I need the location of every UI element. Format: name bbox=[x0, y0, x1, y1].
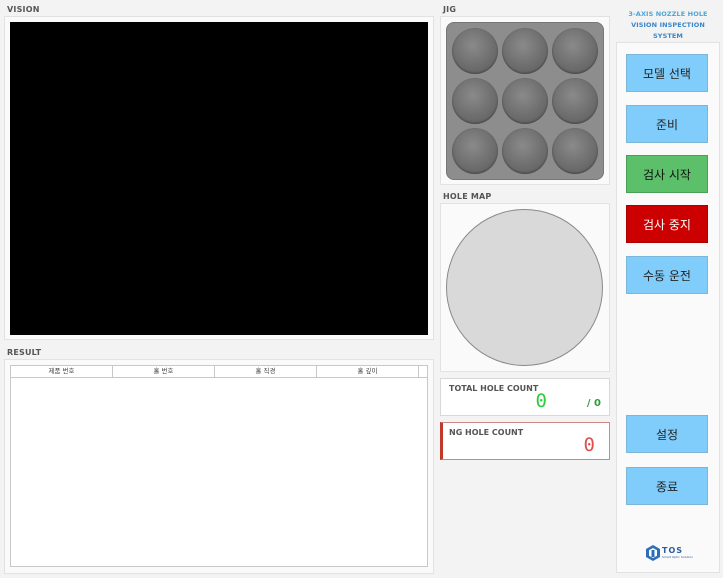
jig-hole bbox=[551, 127, 598, 174]
app-title-line2: VISION INSPECTION SYSTEM bbox=[631, 21, 705, 40]
app-title-line1: 3-AXIS NOZZLE HOLE bbox=[628, 10, 708, 18]
total-hole-count-label: TOTAL HOLE COUNT bbox=[449, 384, 539, 393]
camera-view bbox=[10, 22, 428, 335]
jig-hole bbox=[452, 127, 499, 174]
select-model-button[interactable]: 모델 선택 bbox=[626, 54, 708, 92]
stop-inspection-button[interactable]: 검사 중지 bbox=[626, 205, 708, 243]
vision-label: VISION bbox=[7, 5, 40, 14]
column-header-hole-depth[interactable]: 홀 깊이 bbox=[317, 366, 419, 377]
hole-map-panel bbox=[440, 203, 610, 372]
jig-hole bbox=[452, 28, 499, 75]
manual-operation-button[interactable]: 수동 운전 bbox=[626, 256, 708, 294]
app-title: 3-AXIS NOZZLE HOLE VISION INSPECTION SYS… bbox=[616, 9, 720, 42]
result-panel: 제품 번호 홀 번호 홀 직경 홀 깊이 bbox=[4, 359, 434, 574]
logo-mark-icon bbox=[646, 545, 660, 561]
ng-hole-count-label: NG HOLE COUNT bbox=[449, 428, 524, 437]
result-table-header: 제품 번호 홀 번호 홀 직경 홀 깊이 bbox=[11, 366, 427, 378]
jig-label: JIG bbox=[443, 5, 457, 14]
vision-panel bbox=[4, 16, 434, 340]
result-table[interactable]: 제품 번호 홀 번호 홀 직경 홀 깊이 bbox=[10, 365, 428, 567]
settings-button[interactable]: 설정 bbox=[626, 415, 708, 453]
result-label: RESULT bbox=[7, 348, 42, 357]
jig-hole bbox=[501, 28, 548, 75]
ng-hole-count-panel: NG HOLE COUNT 0 bbox=[440, 422, 610, 460]
column-header-hole-no[interactable]: 홀 번호 bbox=[113, 366, 215, 377]
jig-plate bbox=[446, 22, 604, 180]
ng-hole-count-value: 0 bbox=[583, 434, 595, 456]
hole-map-label: HOLE MAP bbox=[443, 192, 492, 201]
company-logo: TOS Smart Optic Solution bbox=[646, 545, 693, 561]
jig-hole bbox=[501, 77, 548, 124]
column-header-hole-diameter[interactable]: 홀 직경 bbox=[215, 366, 317, 377]
ready-button[interactable]: 준비 bbox=[626, 105, 708, 143]
exit-button[interactable]: 종료 bbox=[626, 467, 708, 505]
jig-hole bbox=[551, 77, 598, 124]
total-hole-count-value: 0 bbox=[535, 390, 547, 412]
jig-hole bbox=[551, 28, 598, 75]
jig-hole bbox=[501, 127, 548, 174]
logo-tagline: Smart Optic Solution bbox=[662, 555, 694, 559]
column-header-product-no[interactable]: 제품 번호 bbox=[11, 366, 113, 377]
total-hole-count-panel: TOTAL HOLE COUNT 0 / 0 bbox=[440, 378, 610, 416]
hole-map-circle bbox=[446, 209, 603, 366]
jig-hole bbox=[452, 77, 499, 124]
logo-name: TOS bbox=[662, 546, 684, 555]
total-hole-count-total: / 0 bbox=[586, 398, 601, 409]
start-inspection-button[interactable]: 검사 시작 bbox=[626, 155, 708, 193]
jig-panel bbox=[440, 16, 610, 185]
